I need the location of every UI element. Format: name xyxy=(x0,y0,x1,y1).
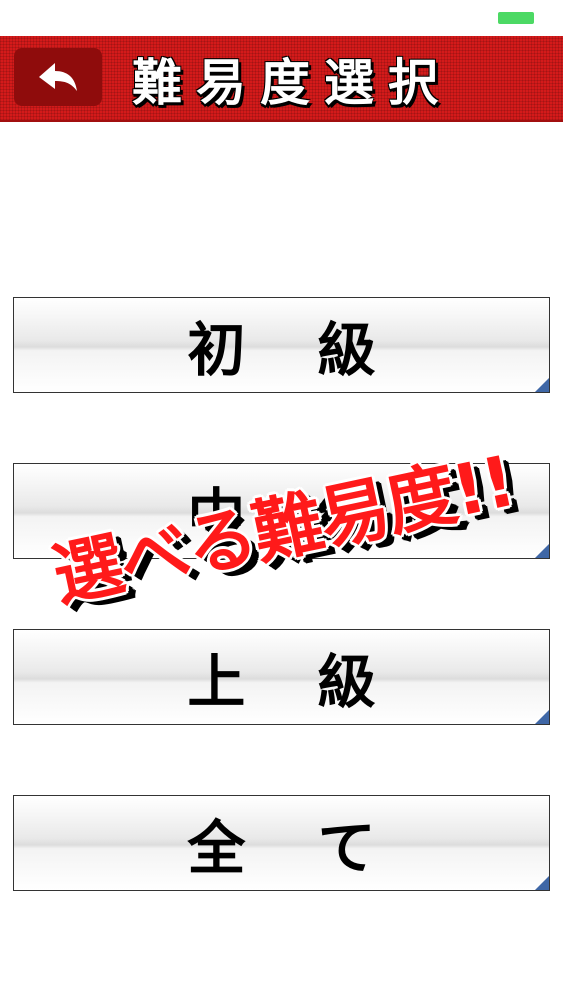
corner-triangle-icon xyxy=(535,378,549,392)
level-label: 中 級 xyxy=(187,482,402,550)
status-bar xyxy=(0,0,563,36)
level-label: 全 て xyxy=(187,814,402,882)
all-levels-button[interactable]: 全 て xyxy=(13,795,550,891)
beginner-level-button[interactable]: 初 級 xyxy=(13,297,550,393)
corner-triangle-icon xyxy=(535,876,549,890)
level-label: 初 級 xyxy=(187,316,402,384)
advanced-level-button[interactable]: 上 級 xyxy=(13,629,550,725)
intermediate-level-button[interactable]: 中 級 xyxy=(13,463,550,559)
back-arrow-icon xyxy=(39,63,77,91)
corner-triangle-icon xyxy=(535,710,549,724)
corner-triangle-icon xyxy=(535,544,549,558)
level-label: 上 級 xyxy=(187,648,402,716)
header-bar: 難易度選択 xyxy=(0,36,563,122)
page-title: 難易度選択 xyxy=(132,54,452,112)
battery-icon xyxy=(498,12,534,24)
back-button[interactable] xyxy=(14,48,102,106)
